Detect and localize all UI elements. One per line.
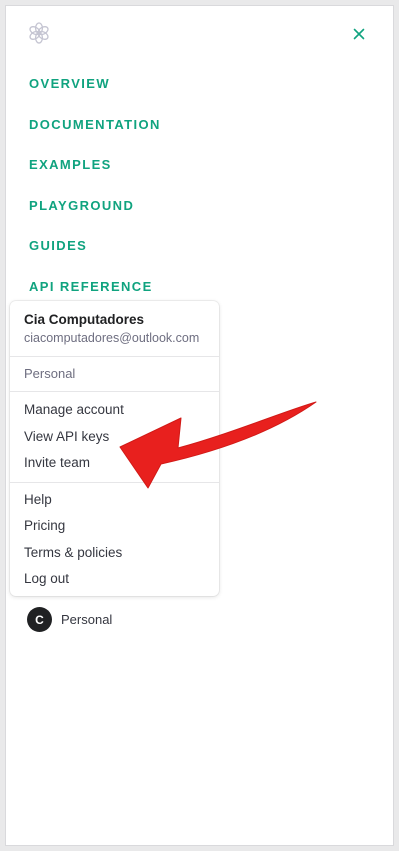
main-nav: OVERVIEW DOCUMENTATION EXAMPLES PLAYGROU…: [29, 74, 161, 317]
pricing-item[interactable]: Pricing: [10, 513, 219, 540]
close-button[interactable]: [348, 23, 370, 45]
account-actions-group: Manage account View API keys Invite team: [10, 392, 219, 483]
openai-logo-icon[interactable]: [27, 21, 51, 45]
terms-policies-item[interactable]: Terms & policies: [10, 540, 219, 567]
log-out-item[interactable]: Log out: [10, 566, 219, 593]
avatar: C: [27, 607, 52, 632]
nav-item-overview[interactable]: OVERVIEW: [29, 74, 161, 115]
nav-item-examples[interactable]: EXAMPLES: [29, 155, 161, 196]
view-api-keys-item[interactable]: View API keys: [10, 424, 219, 451]
user-email: ciacomputadores@outlook.com: [24, 331, 200, 345]
help-item[interactable]: Help: [10, 487, 219, 514]
close-icon: [353, 28, 365, 40]
current-organization[interactable]: Personal: [10, 357, 219, 392]
nav-item-playground[interactable]: PLAYGROUND: [29, 196, 161, 237]
invite-team-item[interactable]: Invite team: [10, 450, 219, 477]
user-name: Cia Computadores: [24, 312, 145, 327]
nav-item-documentation[interactable]: DOCUMENTATION: [29, 115, 161, 156]
organization-label: Personal: [61, 612, 113, 627]
nav-item-guides[interactable]: GUIDES: [29, 236, 161, 277]
manage-account-item[interactable]: Manage account: [10, 397, 219, 424]
account-dropdown-menu: Cia Computadores ciacomputadores@outlook…: [10, 301, 219, 596]
general-actions-group: Help Pricing Terms & policies Log out: [10, 483, 219, 598]
account-header: Cia Computadores ciacomputadores@outlook…: [10, 301, 219, 357]
organization-switcher[interactable]: C Personal: [27, 607, 112, 632]
